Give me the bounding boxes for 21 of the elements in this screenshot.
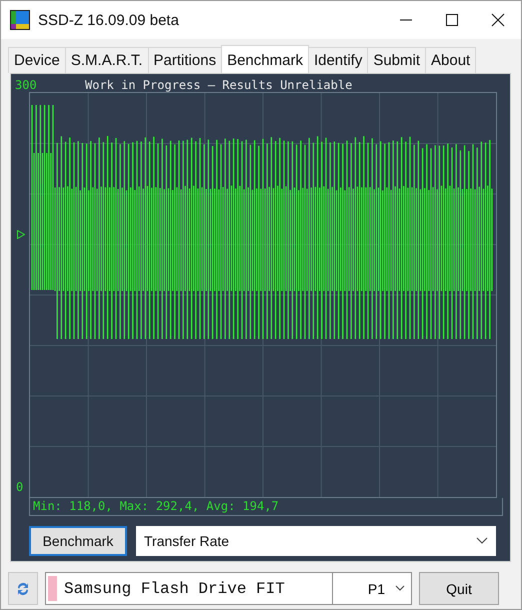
benchmark-button[interactable]: Benchmark — [29, 526, 127, 556]
app-logo-icon — [10, 10, 30, 30]
mode-dropdown[interactable]: Transfer Rate — [136, 526, 496, 556]
window-title: SSD-Z 16.09.09 beta — [38, 12, 180, 28]
chevron-icon — [476, 537, 488, 545]
quit-button[interactable]: Quit — [419, 572, 499, 605]
tab[interactable]: About — [425, 47, 476, 73]
tab[interactable]: Device — [8, 47, 66, 73]
maximize-icon[interactable] — [445, 13, 459, 27]
chart-title: Work in Progress – Results Unreliable — [85, 78, 352, 92]
port-dropdown[interactable]: P1 — [332, 572, 412, 605]
axis-max-label: 300 — [14, 78, 38, 92]
refresh-button[interactable] — [8, 572, 38, 605]
axis-min-label: 0 — [16, 480, 24, 494]
drive-field[interactable]: Samsung Flash Drive FIT — [45, 572, 333, 605]
close-icon[interactable] — [491, 13, 505, 27]
chevron-icon — [395, 585, 405, 592]
tab[interactable]: Benchmark — [221, 45, 309, 73]
stats-readout: Min: 118,0, Max: 292,4, Avg: 194,7 — [29, 498, 503, 516]
triangle-marker-icon — [17, 230, 25, 239]
refresh-icon — [15, 580, 31, 596]
